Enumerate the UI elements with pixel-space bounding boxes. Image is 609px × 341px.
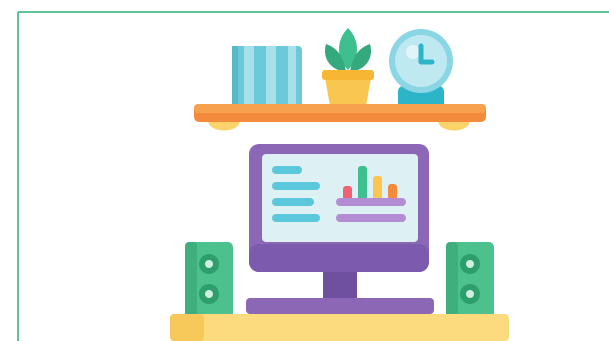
speaker-icon (185, 242, 233, 318)
speaker-icon (446, 242, 494, 318)
desk-clock-icon (389, 29, 453, 108)
potted-plant-icon (322, 28, 374, 106)
desk-icon (170, 314, 509, 341)
home-office-illustration (17, 11, 609, 341)
illustration-frame (0, 0, 609, 341)
computer-monitor-icon (246, 144, 434, 314)
wall-shelf-icon (194, 104, 486, 131)
books-icon (232, 46, 302, 108)
